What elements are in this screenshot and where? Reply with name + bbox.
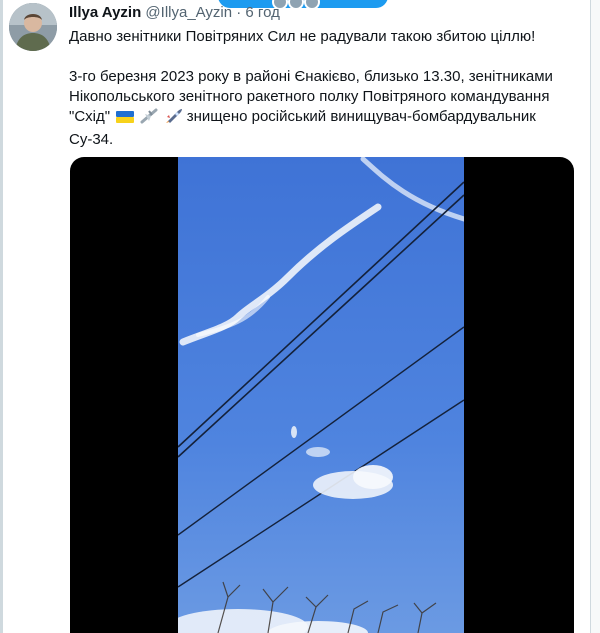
- ukraine-flag-icon: [116, 110, 135, 130]
- tweet-text-line1: Давно зенітники Повітряних Сил не радува…: [69, 28, 536, 45]
- scrollbar-track[interactable]: [591, 0, 600, 633]
- author-name[interactable]: Illya Ayzin: [69, 4, 141, 21]
- tweet-timestamp[interactable]: 6 год: [245, 4, 279, 21]
- rocket-icon: [165, 108, 183, 130]
- pill-avatar: [288, 0, 304, 10]
- tweet-video[interactable]: [70, 157, 574, 633]
- author-handle[interactable]: @Illya_Ayzin: [145, 4, 232, 21]
- tweet-header: Illya Ayzin @Illya_Ayzin · 6 год: [69, 4, 280, 21]
- tweet-text-para2: 3-го березня 2023 року в районі Єнакієво…: [69, 67, 574, 150]
- timeline-border-left: [0, 0, 3, 633]
- tweet-text: Давно зенітники Повітряних Сил не радува…: [69, 27, 574, 150]
- separator-dot: ·: [236, 4, 242, 21]
- tweet-text-para2-end: знищено російський винищувач-бомбардувал…: [69, 108, 536, 148]
- video-frame: [168, 157, 467, 633]
- pill-avatar: [304, 0, 320, 10]
- airplane-icon: [140, 108, 158, 130]
- avatar[interactable]: [9, 3, 57, 51]
